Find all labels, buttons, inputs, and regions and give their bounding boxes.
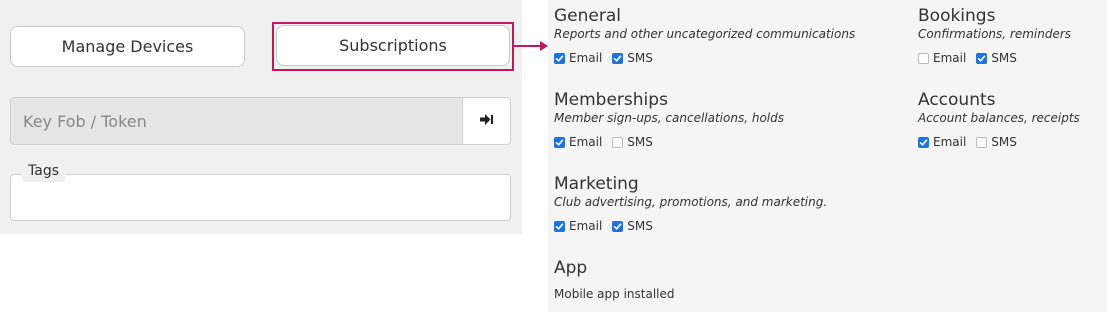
checkbox-label: Email [933, 51, 967, 65]
category-title: App [554, 258, 588, 278]
checkbox-icon [554, 220, 565, 232]
tags-field[interactable] [10, 174, 511, 221]
checkbox-icon [976, 52, 988, 64]
subscriptions-panel: General Reports and other uncategorized … [548, 0, 1107, 312]
checkbox-label: SMS [627, 135, 653, 149]
category-description: Member sign-ups, cancellations, holds [554, 111, 784, 125]
category-description: Confirmations, reminders [918, 27, 1072, 41]
category-description: Club advertising, promotions, and market… [554, 195, 828, 209]
checkbox-icon [554, 136, 565, 148]
bookings-sms-checkbox[interactable]: SMS [976, 51, 1017, 65]
category-description: Reports and other uncategorized communic… [554, 27, 856, 41]
checkbox-label: SMS [991, 51, 1017, 65]
checkbox-label: SMS [991, 135, 1017, 149]
category-title: General [554, 6, 621, 26]
checkbox-icon [918, 136, 929, 148]
checkbox-icon [612, 136, 624, 148]
general-sms-checkbox[interactable]: SMS [612, 51, 653, 65]
category-title: Memberships [554, 90, 668, 110]
category-title: Bookings [918, 6, 996, 26]
keyfob-input[interactable]: Key Fob / Token [10, 97, 462, 145]
manage-devices-button[interactable]: Manage Devices [10, 26, 245, 67]
bookings-email-checkbox[interactable]: Email [918, 51, 966, 65]
sign-in-icon [480, 113, 493, 129]
checkbox-icon [554, 52, 565, 64]
checkbox-icon [918, 52, 929, 64]
category-app: App Mobile app installed [554, 258, 675, 302]
checkbox-label: SMS [627, 51, 653, 65]
memberships-sms-checkbox[interactable]: SMS [612, 135, 653, 149]
checkbox-label: Email [933, 135, 967, 149]
category-accounts: Accounts Account balances, receipts Emai… [918, 90, 1080, 149]
category-marketing: Marketing Club advertising, promotions, … [554, 174, 827, 233]
accounts-email-checkbox[interactable]: Email [918, 135, 966, 149]
category-title: Accounts [918, 90, 996, 110]
category-description: Account balances, receipts [918, 111, 1080, 125]
checkbox-label: Email [569, 219, 603, 233]
category-bookings: Bookings Confirmations, reminders Email … [918, 6, 1071, 65]
pointer-arrow-line [514, 45, 542, 47]
marketing-sms-checkbox[interactable]: SMS [612, 219, 653, 233]
checkbox-icon [976, 136, 988, 148]
pointer-arrow-icon [540, 41, 548, 51]
checkbox-icon [612, 52, 624, 64]
category-memberships: Memberships Member sign-ups, cancellatio… [554, 90, 784, 149]
memberships-email-checkbox[interactable]: Email [554, 135, 602, 149]
app-status-text: Mobile app installed [554, 287, 675, 301]
checkbox-label: Email [569, 135, 603, 149]
checkbox-icon [612, 220, 624, 232]
category-title: Marketing [554, 174, 639, 194]
tags-label: Tags [22, 160, 65, 182]
checkbox-label: SMS [627, 219, 653, 233]
general-email-checkbox[interactable]: Email [554, 51, 602, 65]
marketing-email-checkbox[interactable]: Email [554, 219, 602, 233]
subscriptions-button[interactable]: Subscriptions [276, 25, 510, 66]
keyfob-submit-button[interactable] [462, 97, 511, 145]
category-general: General Reports and other uncategorized … [554, 6, 855, 65]
accounts-sms-checkbox[interactable]: SMS [976, 135, 1017, 149]
device-settings-panel: Manage Devices Subscriptions Key Fob / T… [0, 0, 522, 234]
checkbox-label: Email [569, 51, 603, 65]
